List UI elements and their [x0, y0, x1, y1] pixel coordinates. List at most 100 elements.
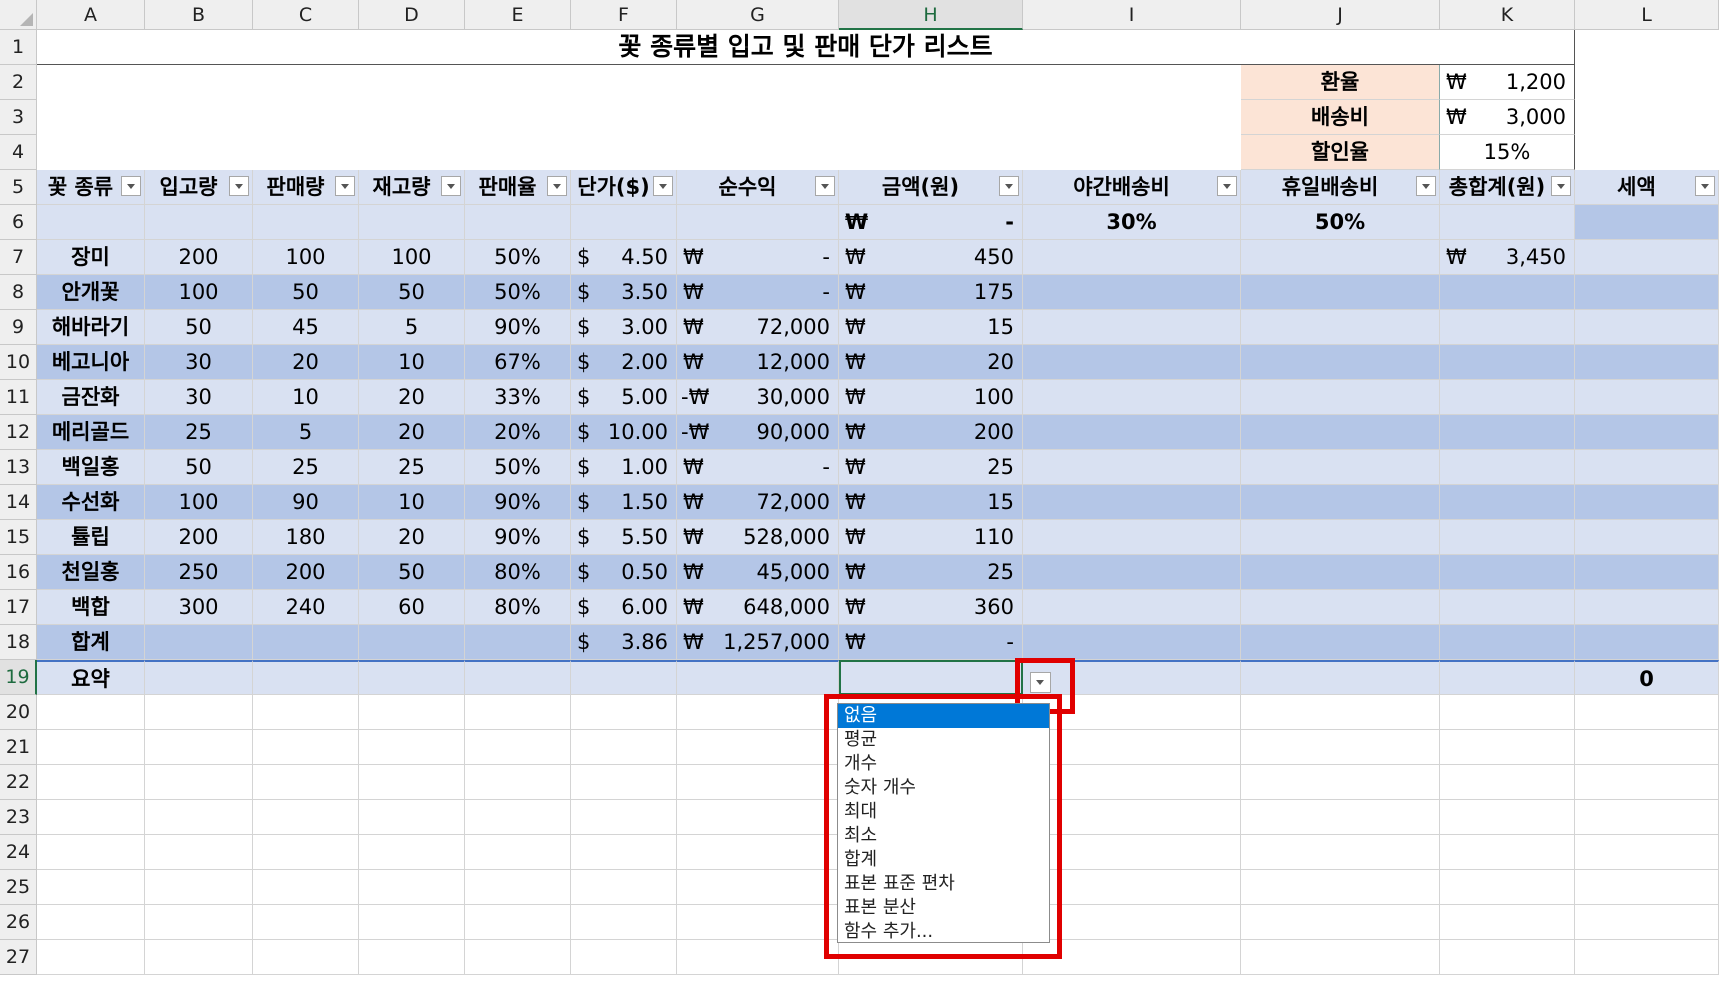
empty-cell[interactable]	[1241, 870, 1440, 905]
unit-price[interactable]: $3.50	[571, 275, 677, 310]
empty-cell[interactable]	[37, 835, 145, 870]
holiday-fee[interactable]	[1241, 310, 1440, 345]
empty-cell[interactable]	[677, 870, 839, 905]
summary-dropdown-button[interactable]	[1030, 672, 1051, 693]
net-profit[interactable]: ₩ -	[677, 240, 839, 275]
row-header-24[interactable]: 24	[0, 835, 37, 870]
empty-cell[interactable]	[677, 765, 839, 800]
flower-name[interactable]: 수선화	[37, 485, 145, 520]
unit-price[interactable]: $2.00	[571, 345, 677, 380]
row-header-6[interactable]: 6	[0, 205, 37, 240]
row-header-2[interactable]: 2	[0, 65, 37, 100]
stock-qty[interactable]: 20	[359, 415, 465, 450]
column-header-c[interactable]: C	[253, 0, 359, 30]
filter-dropdown-icon[interactable]	[815, 176, 835, 196]
empty-cell[interactable]	[145, 905, 253, 940]
row-header-27[interactable]: 27	[0, 940, 37, 975]
tax-amount[interactable]	[1575, 380, 1719, 415]
row-header-21[interactable]: 21	[0, 730, 37, 765]
row-header-16[interactable]: 16	[0, 555, 37, 590]
stock-in[interactable]: 30	[145, 380, 253, 415]
empty-cell[interactable]	[37, 730, 145, 765]
row6-cell[interactable]	[571, 205, 677, 240]
sales-rate[interactable]: 50%	[465, 275, 571, 310]
night-fee[interactable]	[1023, 345, 1241, 380]
unit-price[interactable]: $4.50	[571, 240, 677, 275]
empty-cell[interactable]	[37, 870, 145, 905]
header-cell[interactable]: 재고량	[359, 170, 465, 205]
empty-cell[interactable]	[1241, 695, 1440, 730]
empty-cell[interactable]	[145, 730, 253, 765]
sales-rate[interactable]: 80%	[465, 590, 571, 625]
sold-qty[interactable]: 90	[253, 485, 359, 520]
night-fee[interactable]	[1023, 415, 1241, 450]
column-header-i[interactable]: I	[1023, 0, 1241, 30]
empty-cell[interactable]	[145, 940, 253, 975]
flower-name[interactable]: 메리골드	[37, 415, 145, 450]
net-profit[interactable]: ₩72,000	[677, 485, 839, 520]
amount-krw[interactable]: ₩450	[839, 240, 1023, 275]
select-all-corner[interactable]	[0, 0, 37, 30]
sold-qty[interactable]: 50	[253, 275, 359, 310]
flower-name[interactable]: 금잔화	[37, 380, 145, 415]
stock-qty[interactable]: 10	[359, 485, 465, 520]
sold-qty[interactable]: 200	[253, 555, 359, 590]
setting-label[interactable]: 환율	[1241, 65, 1440, 100]
sales-rate[interactable]: 67%	[465, 345, 571, 380]
empty-cell[interactable]	[571, 730, 677, 765]
empty-cell[interactable]	[1241, 800, 1440, 835]
header-cell[interactable]: 야간배송비	[1023, 170, 1241, 205]
row-header-1[interactable]: 1	[0, 30, 37, 65]
filter-dropdown-icon[interactable]	[229, 176, 249, 196]
tax-amount[interactable]	[1575, 450, 1719, 485]
unit-price[interactable]: $5.50	[571, 520, 677, 555]
filter-dropdown-icon[interactable]	[547, 176, 567, 196]
summary-cell[interactable]	[571, 660, 677, 695]
grand-total[interactable]	[1440, 415, 1575, 450]
sales-rate[interactable]: 80%	[465, 555, 571, 590]
stock-in[interactable]: 30	[145, 345, 253, 380]
empty-cell[interactable]	[1575, 695, 1719, 730]
stock-in[interactable]: 250	[145, 555, 253, 590]
sales-rate[interactable]: 90%	[465, 310, 571, 345]
net-profit[interactable]: ₩ -	[677, 450, 839, 485]
empty-cell[interactable]	[359, 940, 465, 975]
empty-cell[interactable]	[571, 800, 677, 835]
sold-qty[interactable]: 25	[253, 450, 359, 485]
net-profit[interactable]: -₩ 90,000	[677, 415, 839, 450]
header-cell[interactable]: 입고량	[145, 170, 253, 205]
sold-qty[interactable]: 5	[253, 415, 359, 450]
amount-krw[interactable]: ₩100	[839, 380, 1023, 415]
holiday-fee[interactable]	[1241, 415, 1440, 450]
empty-cell[interactable]	[1575, 765, 1719, 800]
header-cell[interactable]: 금액(원)	[839, 170, 1023, 205]
column-header-k[interactable]: K	[1440, 0, 1575, 30]
stock-qty[interactable]: 50	[359, 555, 465, 590]
empty-cell[interactable]	[37, 765, 145, 800]
holiday-fee[interactable]	[1241, 555, 1440, 590]
column-header-a[interactable]: A	[37, 0, 145, 30]
row-header-5[interactable]: 5	[0, 170, 37, 205]
flower-name[interactable]: 베고니아	[37, 345, 145, 380]
row-header-18[interactable]: 18	[0, 625, 37, 660]
row-header-8[interactable]: 8	[0, 275, 37, 310]
stock-in[interactable]: 200	[145, 520, 253, 555]
tax-amount[interactable]	[1575, 520, 1719, 555]
grand-total[interactable]	[1440, 520, 1575, 555]
summary-cell[interactable]	[1440, 660, 1575, 695]
setting-label[interactable]: 할인율	[1241, 135, 1440, 170]
empty-cell[interactable]	[37, 940, 145, 975]
empty-cell[interactable]	[571, 905, 677, 940]
header-cell[interactable]: 세액	[1575, 170, 1719, 205]
stock-qty[interactable]: 10	[359, 345, 465, 380]
amount-krw[interactable]: ₩25	[839, 450, 1023, 485]
sold-qty[interactable]: 240	[253, 590, 359, 625]
filter-dropdown-icon[interactable]	[1416, 176, 1436, 196]
amount-krw[interactable]: ₩15	[839, 310, 1023, 345]
amount-krw[interactable]: ₩25	[839, 555, 1023, 590]
header-cell[interactable]: 총합계(원)	[1440, 170, 1575, 205]
row6-cell[interactable]	[1440, 205, 1575, 240]
empty-cell[interactable]	[1241, 835, 1440, 870]
grand-total[interactable]	[1440, 380, 1575, 415]
sum-price[interactable]: $3.86	[571, 625, 677, 660]
